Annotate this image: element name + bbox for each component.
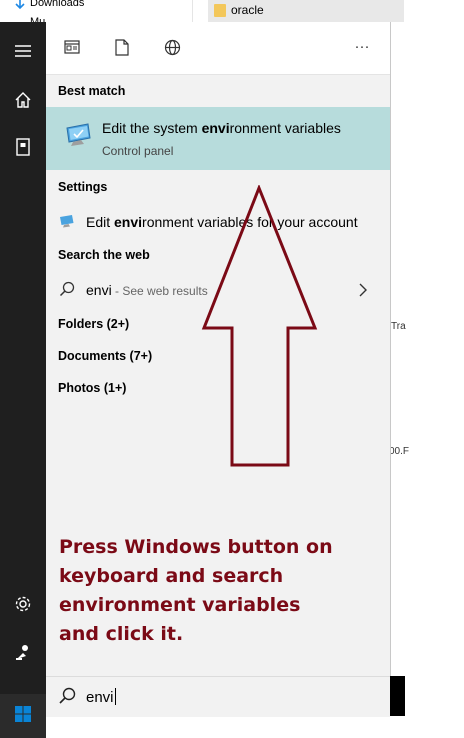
filter-bar: ··· <box>46 22 390 75</box>
search-box[interactable]: envi <box>46 676 390 717</box>
explorer-divider <box>192 0 193 24</box>
nav-item-downloads[interactable]: Downloads <box>30 0 84 9</box>
home-icon[interactable] <box>11 88 35 112</box>
annotation-line: keyboard and search <box>59 565 284 587</box>
annotation-line: environment variables <box>59 594 301 616</box>
settings-monitor-icon <box>59 214 75 233</box>
category-photos[interactable]: Photos (1+) <box>58 381 126 395</box>
best-match-title: Edit the system environment variables <box>102 120 341 136</box>
folder-name[interactable]: oracle <box>231 3 264 17</box>
web-icon[interactable] <box>162 37 182 57</box>
annotation-line: and click it. <box>59 623 184 645</box>
windows-logo-icon <box>14 705 32 728</box>
downloads-arrow-icon <box>14 0 26 16</box>
explorer-text-fragment: 00.F <box>389 446 410 457</box>
search-icon <box>59 281 75 302</box>
search-box-icon <box>58 687 76 710</box>
apps-icon[interactable] <box>62 37 82 57</box>
explorer-text-fragment: Tra <box>391 321 406 332</box>
feedback-icon[interactable] <box>11 640 35 664</box>
documents-icon[interactable] <box>112 37 132 57</box>
category-documents[interactable]: Documents (7+) <box>58 349 152 363</box>
windows-start-button[interactable] <box>0 694 46 738</box>
best-match-item[interactable]: Edit the system environment variables Co… <box>46 107 390 170</box>
settings-icon[interactable] <box>11 592 35 616</box>
annotation-text: Press Windows button on keyboard and sea… <box>59 533 359 649</box>
category-folders[interactable]: Folders (2+) <box>58 317 129 331</box>
annotation-arrow <box>201 185 318 467</box>
section-search-web: Search the web <box>58 248 150 262</box>
folder-icon <box>214 4 226 17</box>
annotation-line: Press Windows button on <box>59 536 333 558</box>
taskbar <box>390 676 405 716</box>
best-match-subtitle: Control panel <box>102 144 174 158</box>
hamburger-icon[interactable] <box>11 39 35 63</box>
section-best-match: Best match <box>58 84 126 98</box>
search-input[interactable]: envi <box>86 688 116 706</box>
chevron-right-icon[interactable] <box>358 283 368 302</box>
start-rail <box>0 22 46 738</box>
system-monitor-icon <box>64 121 92 152</box>
section-settings: Settings <box>58 180 108 194</box>
more-options-icon[interactable]: ··· <box>352 36 372 56</box>
notebook-icon[interactable] <box>11 135 35 159</box>
web-result-label: envi - See web results <box>86 282 208 298</box>
